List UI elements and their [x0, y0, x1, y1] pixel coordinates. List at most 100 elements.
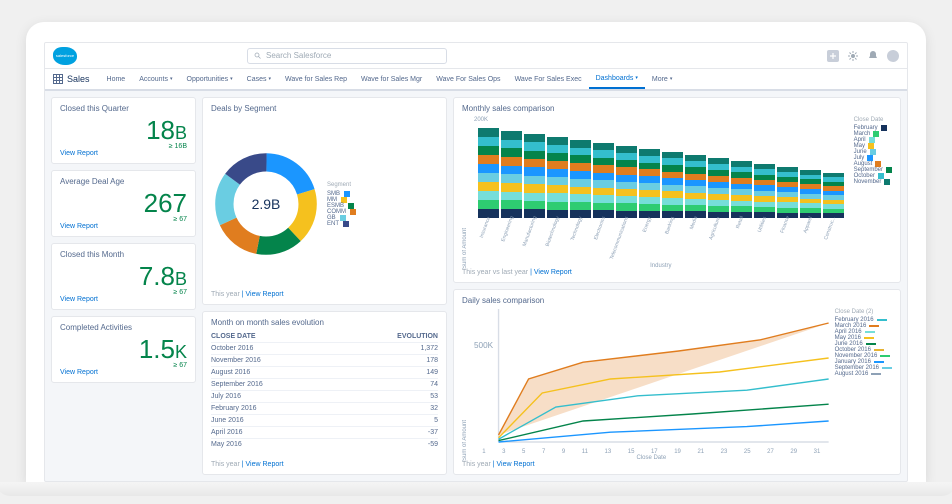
bar	[800, 170, 821, 218]
view-report-link[interactable]: View Report	[60, 296, 187, 303]
view-report-link[interactable]: View Report	[497, 461, 535, 468]
legend-title: Close Date (2)	[835, 309, 892, 315]
avatar[interactable]	[887, 50, 899, 62]
cell-date: July 2016	[211, 393, 241, 400]
nav-item-opportunities[interactable]: Opportunities▾	[180, 69, 240, 89]
bar	[662, 152, 683, 218]
nav-item-dashboards[interactable]: Dashboards▾	[589, 69, 645, 89]
card-title: Average Deal Age	[60, 177, 187, 186]
cell-value: 53	[430, 393, 438, 400]
chevron-down-icon: ▾	[230, 76, 233, 82]
card-title: Closed this Quarter	[60, 104, 187, 113]
nav-item-wave-for-sales-rep[interactable]: Wave for Sales Rep	[278, 69, 354, 89]
table-row[interactable]: October 2016 1,372	[211, 342, 438, 354]
bar	[708, 158, 729, 218]
table-row[interactable]: June 20165	[211, 414, 438, 426]
legend-swatch	[865, 331, 875, 333]
card-title: Closed this Month	[60, 250, 187, 259]
metric-sub: ≥ 67	[60, 362, 187, 369]
legend-title: Close Date	[854, 117, 892, 123]
cell-value: -37	[428, 429, 438, 436]
legend-swatch	[871, 373, 881, 375]
cell-date: November 2016	[211, 357, 261, 364]
legend-label: ENT	[327, 221, 339, 227]
legend-label: November	[854, 179, 882, 185]
bar	[570, 140, 591, 218]
add-icon[interactable]	[827, 50, 839, 62]
chevron-down-icon: ▾	[170, 76, 173, 82]
metric-value: 267	[60, 190, 187, 216]
legend-item: November	[854, 179, 892, 185]
monthly-legend: Close Date FebruaryMarchAprilMayJuneJuly…	[854, 117, 892, 269]
bar	[639, 149, 660, 218]
cell-date: February 2016	[211, 405, 257, 412]
view-report-link[interactable]: View Report	[246, 461, 284, 468]
nav-item-cases[interactable]: Cases▾	[240, 69, 278, 89]
metric-sub: ≥ 67	[60, 216, 187, 223]
nav-item-wave-for-sales-ops[interactable]: Wave For Sales Ops	[429, 69, 507, 89]
laptop-frame: salesforce Search Salesforce Sales HomeA…	[26, 22, 926, 482]
line-chart: 500K	[474, 309, 829, 449]
nav-item-home[interactable]: Home	[100, 69, 133, 89]
view-report-link[interactable]: View Report	[60, 223, 187, 230]
legend-swatch	[869, 325, 879, 327]
table-row[interactable]: April 2016-37	[211, 426, 438, 438]
evolution-table: CLOSE DATEEVOLUTION October 20161,372Nov…	[211, 331, 438, 461]
table-row[interactable]: February 201632	[211, 402, 438, 414]
bell-icon[interactable]	[867, 50, 879, 62]
legend-swatch	[877, 319, 887, 321]
card-monthly: Monthly sales comparison Sum of Amount 2…	[453, 97, 901, 283]
foot-period: This year vs last year	[462, 269, 528, 276]
search-icon	[254, 52, 262, 60]
view-report-link[interactable]: View Report	[60, 150, 187, 157]
y-axis-label: Sum of Amount	[462, 309, 468, 461]
card-closed-quarter: Closed this Quarter 18B ≥ 16B View Repor…	[51, 97, 196, 164]
view-report-link[interactable]: View Report	[534, 269, 572, 276]
table-row[interactable]: July 2016 53	[211, 390, 438, 402]
view-report-link[interactable]: View Report	[60, 369, 187, 376]
nav-item-accounts[interactable]: Accounts▾	[132, 69, 179, 89]
nav-bar: Sales HomeAccounts▾Opportunities▾Cases▾W…	[45, 69, 907, 91]
bar	[547, 137, 568, 218]
card-title: Monthly sales comparison	[462, 104, 892, 113]
card-evolution: Month on month sales evolution CLOSE DAT…	[202, 311, 447, 475]
legend-swatch	[882, 367, 892, 369]
legend-label: August 2016	[835, 371, 869, 377]
header-actions	[827, 50, 899, 62]
metric-sub: ≥ 16B	[60, 143, 187, 150]
nav-item-wave-for-sales-exec[interactable]: Wave For Sales Exec	[508, 69, 589, 89]
legend-swatch	[881, 125, 887, 131]
gear-icon[interactable]	[847, 50, 859, 62]
legend-swatch	[880, 355, 890, 357]
segment-legend: Segment SMBMMESMBCOMMGBENT	[327, 182, 356, 227]
bar	[823, 173, 844, 218]
cell-value: 178	[426, 357, 438, 364]
global-search[interactable]: Search Salesforce	[247, 48, 447, 64]
card-title: Month on month sales evolution	[211, 318, 438, 327]
global-header: salesforce Search Salesforce	[45, 43, 907, 69]
search-placeholder: Search Salesforce	[266, 51, 331, 60]
foot-period: This year	[211, 461, 240, 468]
nav-item-more[interactable]: More▾	[645, 69, 679, 89]
nav-item-wave-for-sales-mgr[interactable]: Wave for Sales Mgr	[354, 69, 429, 89]
legend-swatch	[350, 209, 356, 215]
bar	[731, 161, 752, 218]
table-row[interactable]: November 2016 178	[211, 354, 438, 366]
table-row[interactable]: September 201674	[211, 378, 438, 390]
cell-date: May 2016	[211, 441, 242, 448]
salesforce-logo[interactable]: salesforce	[53, 47, 77, 65]
col-close-date: CLOSE DATE	[211, 333, 256, 340]
app-launcher-icon[interactable]	[53, 74, 63, 84]
cell-value: 1,372	[420, 345, 438, 352]
table-row[interactable]: August 2016149	[211, 366, 438, 378]
screen: salesforce Search Salesforce Sales HomeA…	[44, 42, 908, 482]
dashboard-grid: Closed this Quarter 18B ≥ 16B View Repor…	[45, 91, 907, 481]
cell-date: October 2016	[211, 345, 253, 352]
view-report-link[interactable]: View Report	[246, 291, 284, 298]
metrics-column: Closed this Quarter 18B ≥ 16B View Repor…	[51, 97, 196, 475]
legend-swatch	[343, 221, 349, 227]
y-axis-label: Sum of Amount	[462, 117, 468, 269]
bar	[754, 164, 775, 218]
middle-column: Deals by Segment 2.9B Segment SMBMME	[202, 97, 447, 475]
table-row[interactable]: May 2016-59	[211, 438, 438, 450]
